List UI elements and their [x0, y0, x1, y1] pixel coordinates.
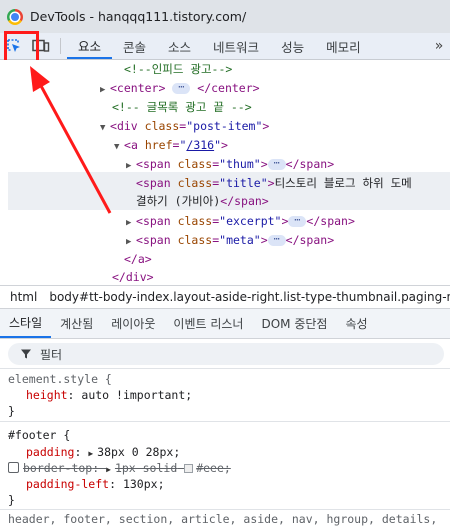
- elements-dom-tree: <!--인피드 광고--> ▶ <center> ⋯ </center> <!--…: [0, 60, 450, 285]
- styles-filter-bar: 필터: [0, 339, 450, 369]
- dom-node[interactable]: ▼ <a href="/316">: [114, 136, 228, 154]
- filter-placeholder: 필터: [40, 347, 63, 362]
- tab-properties[interactable]: 속성: [336, 309, 376, 338]
- tab-layout[interactable]: 레이아웃: [102, 309, 164, 338]
- rule-divider: [0, 509, 450, 510]
- tab-computed[interactable]: 계산됨: [51, 309, 102, 338]
- dom-node[interactable]: </a>: [124, 250, 152, 268]
- breadcrumb: html body#tt-body-index.layout-aside-rig…: [0, 285, 450, 309]
- rule-close: }: [8, 493, 15, 507]
- window-titlebar: DevTools - hanqqq111.tistory.com/: [0, 0, 450, 33]
- collapsed-ellipsis-icon[interactable]: ⋯: [288, 216, 307, 227]
- expand-triangle-icon[interactable]: ▶: [126, 233, 136, 251]
- tab-dom-breakpoints[interactable]: DOM 중단점: [252, 309, 336, 338]
- toolbar-divider: [60, 38, 61, 54]
- filter-icon: [21, 349, 31, 359]
- dom-node-selected-continued[interactable]: 결하기 (가비아)</span>: [136, 192, 269, 210]
- dom-node[interactable]: <!-- 글목록 광고 끝 -->: [112, 98, 252, 116]
- expand-triangle-icon[interactable]: ▶: [126, 214, 136, 232]
- devtools-toolbar: 요소 콘솔 소스 네트워크 성능 메모리 »: [0, 33, 450, 60]
- tab-elements[interactable]: 요소: [67, 33, 113, 59]
- chrome-logo-icon: [7, 8, 23, 25]
- rule-close: }: [8, 404, 15, 418]
- styles-pane-tabs: 스타일 계산됨 레이아웃 이벤트 리스너 DOM 중단점 속성: [0, 309, 450, 339]
- tab-styles[interactable]: 스타일: [0, 309, 52, 338]
- rule-divider: [0, 421, 450, 422]
- dom-node[interactable]: ▼ <div class="post-item">: [100, 117, 269, 135]
- tab-console[interactable]: 콘솔: [112, 33, 157, 59]
- expand-triangle-icon[interactable]: ▶: [100, 81, 110, 99]
- collapse-triangle-icon[interactable]: ▼: [114, 138, 124, 156]
- inherited-rule-selector: header, footer, section, article, aside,…: [8, 512, 438, 526]
- rule-selector: #footer {: [8, 428, 71, 442]
- dom-node[interactable]: ▶ <span class="meta"> ⋯ </span>: [126, 231, 334, 249]
- css-declaration[interactable]: height: auto !important;: [26, 387, 192, 403]
- window-title: DevTools - hanqqq111.tistory.com/: [30, 9, 247, 24]
- dom-node[interactable]: </div>: [112, 268, 154, 285]
- collapsed-ellipsis-icon[interactable]: ⋯: [172, 83, 191, 94]
- declaration-checkbox[interactable]: [8, 462, 19, 473]
- more-tabs-button[interactable]: »: [428, 33, 450, 59]
- color-swatch-icon[interactable]: [184, 464, 194, 473]
- breadcrumb-item-body[interactable]: body#tt-body-index.layout-aside-right.li…: [43, 290, 450, 304]
- tab-event-listeners[interactable]: 이벤트 리스너: [164, 309, 252, 338]
- tab-memory[interactable]: 메모리: [315, 33, 372, 59]
- css-declaration[interactable]: padding-left: 130px;: [26, 476, 165, 492]
- collapse-triangle-icon[interactable]: ▼: [100, 119, 110, 137]
- rule-selector: element.style {: [8, 372, 112, 386]
- dom-node[interactable]: ▶ <span class="thum"> ⋯ </span>: [126, 155, 334, 173]
- dom-node[interactable]: ▶ <center> ⋯ </center>: [100, 79, 260, 97]
- styles-filter-input[interactable]: 필터: [8, 343, 444, 365]
- expand-triangle-icon[interactable]: ▶: [126, 157, 136, 175]
- tab-network[interactable]: 네트워크: [202, 33, 270, 59]
- dom-node[interactable]: ▶ <span class="excerpt"> ⋯ </span>: [126, 212, 355, 230]
- breadcrumb-item-html[interactable]: html: [0, 290, 43, 304]
- tab-sources[interactable]: 소스: [157, 33, 202, 59]
- collapsed-ellipsis-icon[interactable]: ⋯: [267, 235, 286, 246]
- collapsed-ellipsis-icon[interactable]: ⋯: [267, 159, 286, 170]
- tab-performance[interactable]: 성능: [270, 33, 315, 59]
- dom-node[interactable]: <!--인피드 광고-->: [124, 60, 232, 78]
- dom-node-selected[interactable]: <span class="title">티스토리 블로그 하위 도메: [136, 174, 412, 192]
